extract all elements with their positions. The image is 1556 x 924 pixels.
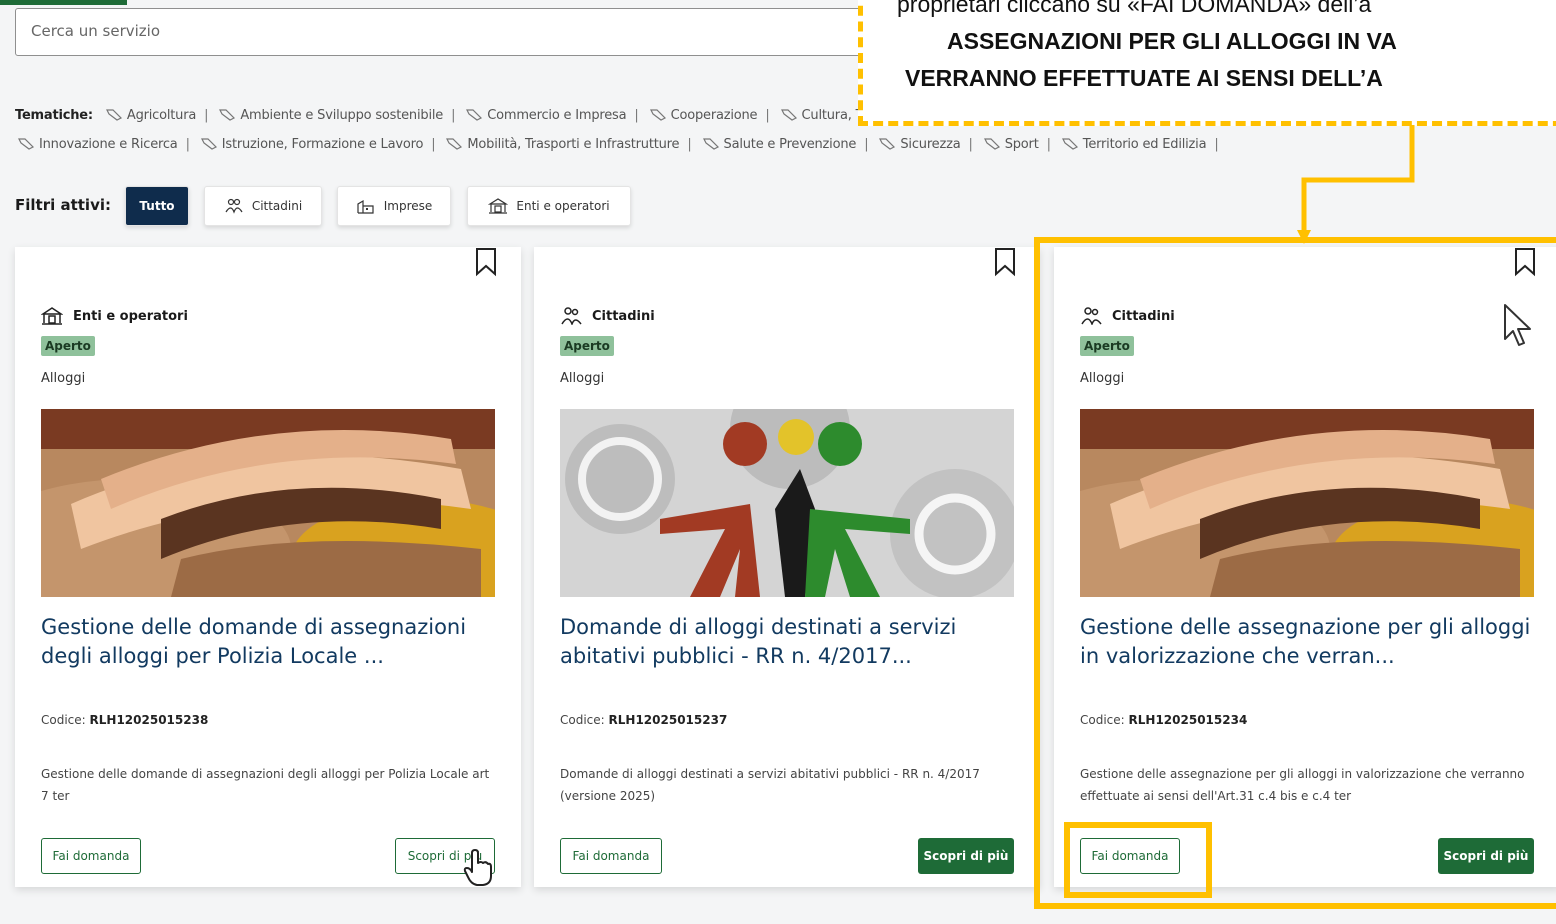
code-value: RLH12025015237 <box>608 713 728 727</box>
filters-label: Filtri attivi: <box>15 196 111 214</box>
topic-link[interactable]: Salute e Prevenzione | <box>700 130 877 159</box>
instruction-callout: proprietari cliccano su «FAI DOMANDA» de… <box>858 0 1556 126</box>
topics-label: Tematiche: <box>15 108 93 123</box>
people-icon <box>225 198 243 214</box>
card-image-hands <box>41 409 495 597</box>
code-label: Codice: <box>41 713 86 727</box>
filter-business-label: Imprese <box>383 199 433 213</box>
filter-entities-label: Enti e operatori <box>516 199 610 213</box>
topic-link[interactable]: Ambiente e Sviluppo sostenibile | <box>216 101 463 130</box>
highlight-frame <box>1034 237 1556 909</box>
card-theme: Alloggi <box>560 371 605 386</box>
topic-label: Innovazione e Ricerca <box>39 137 178 152</box>
page: Tematiche: Agricoltura|Ambiente e Svilup… <box>0 0 1556 924</box>
tag-icon <box>649 109 666 121</box>
card-description: Gestione delle domande di assegnazioni d… <box>41 767 490 803</box>
discover-more-button[interactable]: Scopri di più <box>918 838 1014 874</box>
apply-button[interactable]: Fai domanda <box>560 838 662 874</box>
code-value: RLH12025015238 <box>89 713 209 727</box>
topic-separator: | <box>1214 137 1219 152</box>
filter-citizens-label: Cittadini <box>251 199 303 213</box>
topic-link[interactable]: Sport | <box>981 130 1059 159</box>
callout-line-2: ASSEGNAZIONI PER GLI ALLOGGI IN VA <box>947 28 1397 54</box>
tag-icon <box>780 109 797 121</box>
filter-all-label: Tutto <box>139 199 175 213</box>
bookmark-icon[interactable] <box>475 247 497 277</box>
apply-button-highlight <box>1064 822 1212 898</box>
topic-link[interactable]: Innovazione e Ricerca | <box>15 130 198 159</box>
card-category: Cittadini <box>560 307 655 325</box>
filter-business-button[interactable]: Imprese <box>337 186 451 226</box>
topic-separator: | <box>185 137 190 152</box>
filter-entities-button[interactable]: Enti e operatori <box>467 186 631 226</box>
callout-line-3: VERRANNO EFFETTUATE AI SENSI DELL’A <box>905 65 1383 91</box>
topic-link[interactable]: Sicurezza | <box>876 130 980 159</box>
topic-separator: | <box>634 108 639 123</box>
topic-label: Cooperazione <box>670 108 758 123</box>
card-title[interactable]: Domande di alloggi destinati a servizi a… <box>560 613 1020 671</box>
tag-icon <box>18 138 35 150</box>
tag-icon <box>200 138 217 150</box>
topic-link[interactable]: Mobilità, Trasporti e Infrastrutture | <box>443 130 699 159</box>
topic-link[interactable]: Commercio e Impresa | <box>463 101 646 130</box>
topic-link[interactable]: Agricoltura | <box>103 101 216 130</box>
filter-citizens-button[interactable]: Cittadini <box>204 186 322 226</box>
card-code: Codice: RLH12025015237 <box>560 713 727 727</box>
tag-icon <box>219 109 236 121</box>
tag-icon <box>466 109 483 121</box>
card-category: Enti e operatori <box>41 307 188 325</box>
apply-button[interactable]: Fai domanda <box>41 838 141 874</box>
topic-separator: | <box>765 108 770 123</box>
bookmark-icon[interactable] <box>994 247 1016 277</box>
building-icon <box>488 198 509 214</box>
status-badge: Aperto <box>41 336 95 356</box>
topic-label: Sport <box>1004 137 1039 152</box>
card-title[interactable]: Gestione delle domande di assegnazioni d… <box>41 613 501 671</box>
topic-link[interactable]: Territorio ed Edilizia | <box>1059 130 1227 159</box>
factory-icon <box>357 199 374 214</box>
service-card: Cittadini Aperto Alloggi Domande di allo… <box>534 247 1040 887</box>
topic-label: Territorio ed Edilizia <box>1082 137 1207 152</box>
service-card: Enti e operatori Aperto Alloggi Gestione… <box>15 247 521 887</box>
topic-label: Commercio e Impresa <box>487 108 627 123</box>
tag-icon <box>1061 138 1078 150</box>
topic-label: Mobilità, Trasporti e Infrastrutture <box>467 137 680 152</box>
card-description: Domande di alloggi destinati a servizi a… <box>560 767 980 803</box>
card-category-label: Enti e operatori <box>73 308 188 324</box>
topic-separator: | <box>451 108 456 123</box>
header-brand-strip <box>0 0 127 5</box>
card-code: Codice: RLH12025015238 <box>41 713 208 727</box>
topic-label: Istruzione, Formazione e Lavoro <box>221 137 424 152</box>
tag-icon <box>879 138 896 150</box>
topic-separator: | <box>1046 137 1051 152</box>
topic-label: Salute e Prevenzione <box>723 137 857 152</box>
filter-all-button[interactable]: Tutto <box>125 186 189 226</box>
topic-label: Agricoltura <box>126 108 197 123</box>
tag-icon <box>446 138 463 150</box>
topic-separator: | <box>968 137 973 152</box>
topic-separator: | <box>687 137 692 152</box>
topic-separator: | <box>204 108 209 123</box>
tag-icon <box>702 138 719 150</box>
people-icon <box>561 307 582 325</box>
topic-link[interactable]: Istruzione, Formazione e Lavoro | <box>198 130 444 159</box>
search-input[interactable] <box>31 22 631 40</box>
building-icon <box>41 307 63 325</box>
card-category-label: Cittadini <box>592 308 655 324</box>
card-image-gears <box>560 409 1014 597</box>
callout-line-1: proprietari cliccano su «FAI DOMANDA» de… <box>897 0 1372 17</box>
topic-separator: | <box>864 137 869 152</box>
card-theme: Alloggi <box>41 371 86 386</box>
tag-icon <box>983 138 1000 150</box>
topic-label: Sicurezza <box>900 137 961 152</box>
hand-cursor-icon <box>463 849 492 886</box>
code-label: Codice: <box>560 713 605 727</box>
topic-label: Ambiente e Sviluppo sostenibile <box>240 108 444 123</box>
topic-separator: | <box>431 137 436 152</box>
topic-link[interactable]: Cooperazione | <box>647 101 778 130</box>
status-badge: Aperto <box>560 336 614 356</box>
tag-icon <box>105 109 122 121</box>
